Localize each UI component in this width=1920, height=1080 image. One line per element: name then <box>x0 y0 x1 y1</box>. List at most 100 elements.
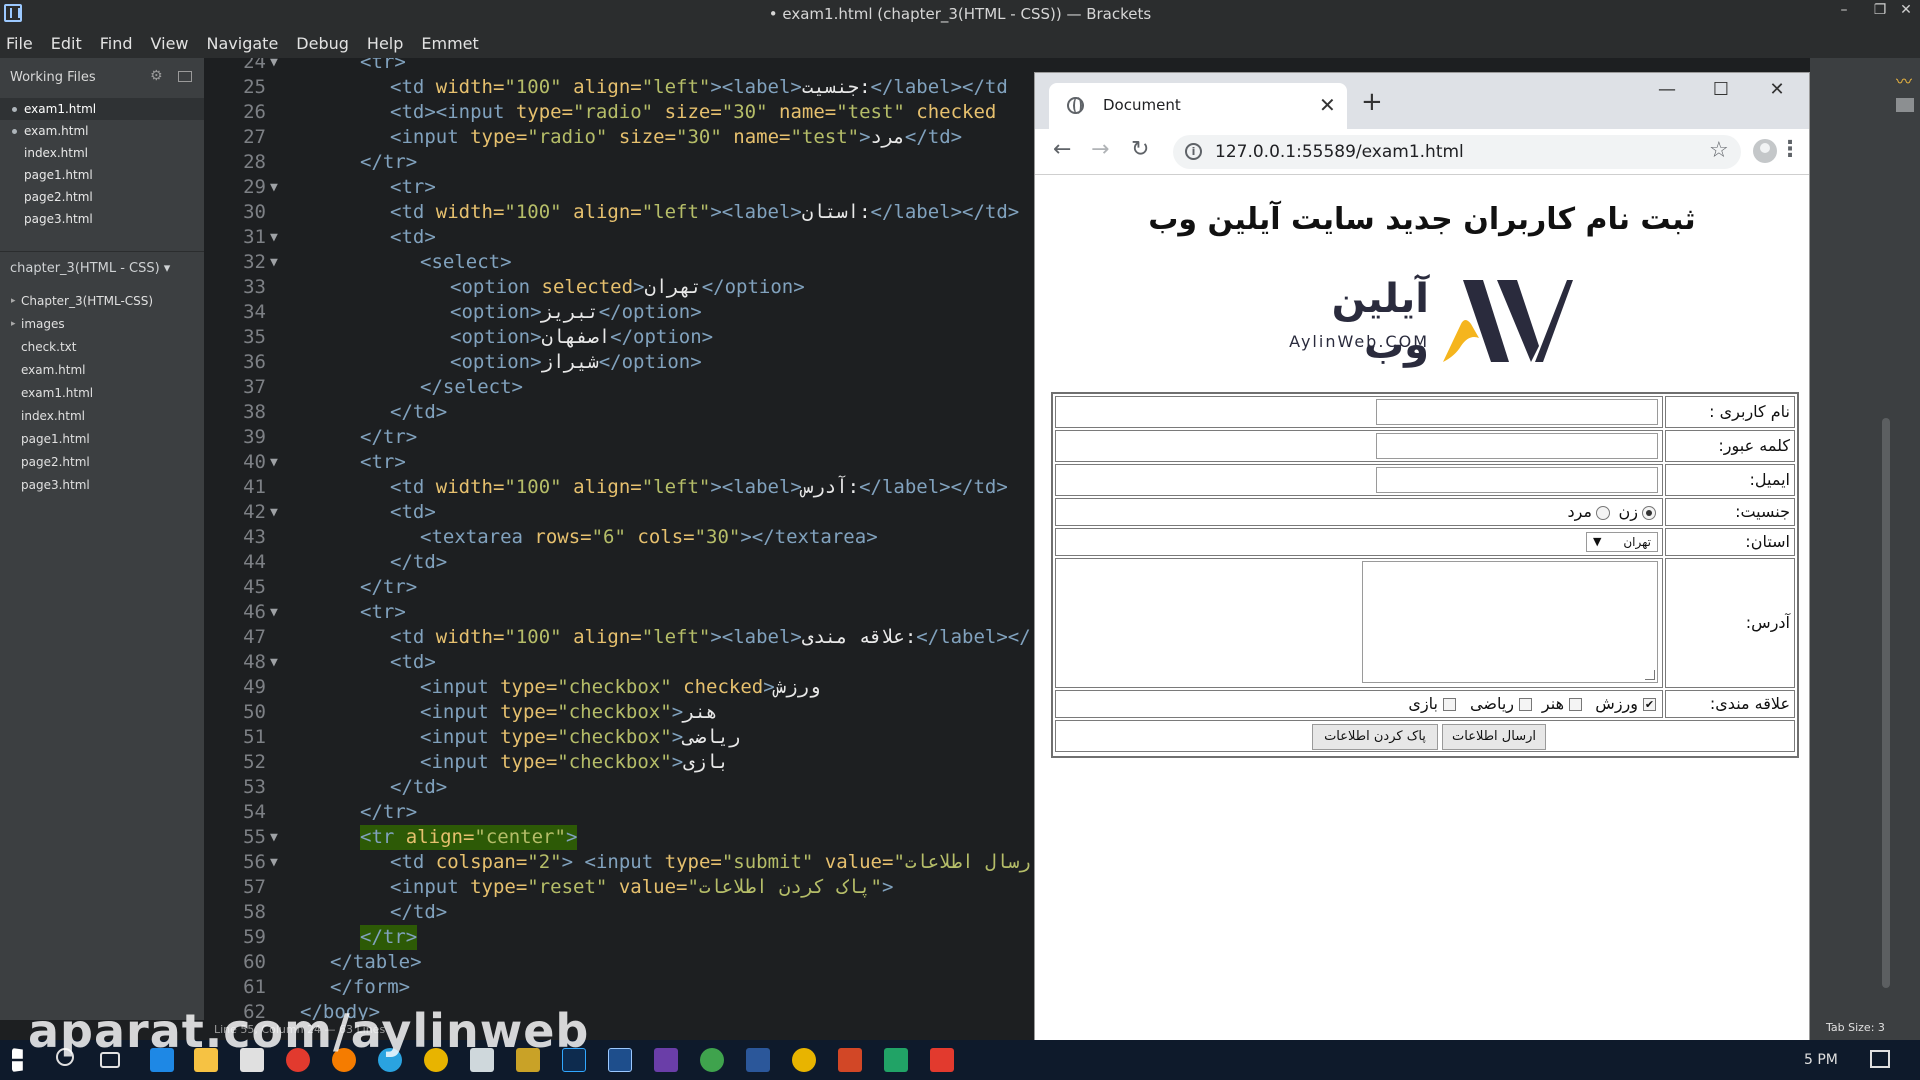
code-line[interactable]: 50 <input type="checkbox">هنر <box>204 700 1034 725</box>
fold-arrow-icon[interactable]: ▼ <box>270 600 278 625</box>
menu-help[interactable]: Help <box>367 34 403 53</box>
split-view-icon[interactable] <box>178 71 192 82</box>
vpn-icon[interactable] <box>700 1048 724 1072</box>
code-line[interactable]: 36 <option>شیراز</option> <box>204 350 1034 375</box>
code-line[interactable]: 38 </td> <box>204 400 1034 425</box>
code-line[interactable]: 26 <td><input type="radio" size="30" name… <box>204 100 1034 125</box>
tree-item-file[interactable]: page2.html <box>0 451 204 474</box>
code-line[interactable]: 47 <td width="100" align="left"><label>عل… <box>204 625 1034 650</box>
new-tab-button[interactable]: + <box>1361 87 1383 117</box>
interest-checkbox-games[interactable] <box>1443 698 1456 711</box>
code-line[interactable]: 42 ▼ <td> <box>204 500 1034 525</box>
province-select[interactable]: تهران ▼ <box>1586 532 1658 552</box>
browser-maximize-button[interactable]: ☐ <box>1701 79 1741 100</box>
code-line[interactable]: 49 <input type="checkbox" checked>ورزش <box>204 675 1034 700</box>
minimize-button[interactable]: – <box>1830 2 1858 18</box>
extension-manager-icon[interactable] <box>1896 98 1914 112</box>
menu-navigate[interactable]: Navigate <box>207 34 279 53</box>
code-line[interactable]: 27 <input type="radio" size="30" name="te… <box>204 125 1034 150</box>
tree-item-file[interactable]: exam.html <box>0 359 204 382</box>
code-line[interactable]: 60 </table> <box>204 950 1034 975</box>
tree-item-file[interactable]: page3.html <box>0 474 204 497</box>
code-line[interactable]: 25 <td width="100" align="left"><label>جن… <box>204 75 1034 100</box>
fold-arrow-icon[interactable]: ▼ <box>270 500 278 525</box>
tree-item-file[interactable]: index.html <box>0 405 204 428</box>
code-line[interactable]: 45 </tr> <box>204 575 1034 600</box>
fold-arrow-icon[interactable]: ▼ <box>270 225 278 250</box>
powerpoint-icon[interactable] <box>838 1048 862 1072</box>
menu-find[interactable]: Find <box>100 34 133 53</box>
password-input[interactable] <box>1376 433 1658 459</box>
working-file-item[interactable]: page3.html <box>0 208 204 230</box>
code-line[interactable]: 40 ▼ <tr> <box>204 450 1034 475</box>
fold-arrow-icon[interactable]: ▼ <box>270 850 278 875</box>
info-icon[interactable]: i <box>1185 143 1202 160</box>
recorder-icon[interactable] <box>930 1048 954 1072</box>
tree-item-folder[interactable]: ▸ images <box>0 313 204 336</box>
browser-tab[interactable]: Document ✕ <box>1049 83 1347 129</box>
close-button[interactable]: ✕ <box>1892 2 1920 18</box>
camtasia-icon[interactable] <box>884 1048 908 1072</box>
interest-checkbox-art[interactable] <box>1569 698 1582 711</box>
profile-avatar-icon[interactable] <box>1753 139 1777 163</box>
code-line[interactable]: 29 ▼ <tr> <box>204 175 1034 200</box>
reload-button[interactable]: ↻ <box>1131 137 1149 162</box>
notification-icon[interactable] <box>1870 1050 1890 1068</box>
fold-arrow-icon[interactable]: ▼ <box>270 825 278 850</box>
project-dropdown[interactable]: chapter_3(HTML - CSS) ▾ <box>10 261 170 276</box>
code-line[interactable]: 35 <option>اصفهان</option> <box>204 325 1034 350</box>
fold-arrow-icon[interactable]: ▼ <box>270 450 278 475</box>
tab-close-button[interactable]: ✕ <box>1319 93 1336 117</box>
code-line[interactable]: 61 </form> <box>204 975 1034 1000</box>
code-line[interactable]: 32 ▼ <select> <box>204 250 1034 275</box>
menu-edit[interactable]: Edit <box>51 34 82 53</box>
fold-arrow-icon[interactable]: ▼ <box>270 650 278 675</box>
username-input[interactable] <box>1376 399 1658 425</box>
code-line[interactable]: 39 </tr> <box>204 425 1034 450</box>
reset-button[interactable]: پاک کردن اطلاعات <box>1312 724 1438 750</box>
working-file-item[interactable]: page1.html <box>0 164 204 186</box>
code-line[interactable]: 24 ▼ <tr> <box>204 58 1034 75</box>
gear-icon[interactable]: ⚙ <box>150 68 163 84</box>
editor-scrollbar[interactable] <box>1882 418 1890 988</box>
code-line[interactable]: 31 ▼ <td> <box>204 225 1034 250</box>
code-line[interactable]: 44 </td> <box>204 550 1034 575</box>
tree-item-file[interactable]: page1.html <box>0 428 204 451</box>
code-line[interactable]: 56 ▼ <td colspan="2"> <input type="submit"… <box>204 850 1034 875</box>
menu-view[interactable]: View <box>151 34 189 53</box>
fold-arrow-icon[interactable]: ▼ <box>270 58 278 75</box>
code-line[interactable]: 33 <option selected>تهران</option> <box>204 275 1034 300</box>
menu-emmet[interactable]: Emmet <box>421 34 478 53</box>
browser-minimize-button[interactable]: — <box>1647 79 1687 100</box>
resize-grip-icon[interactable] <box>1645 670 1655 680</box>
gender-female-radio[interactable] <box>1642 506 1656 520</box>
address-bar[interactable]: i 127.0.0.1:55589/exam1.html ☆ <box>1173 135 1741 169</box>
code-line[interactable]: 37 </select> <box>204 375 1034 400</box>
code-line[interactable]: 52 <input type="checkbox">بازی <box>204 750 1034 775</box>
working-file-item[interactable]: exam.html <box>0 120 204 142</box>
taskbar-clock[interactable]: 5 PM <box>1804 1052 1838 1068</box>
browser-menu-icon[interactable]: ⋮ <box>1779 137 1801 162</box>
tree-item-file[interactable]: exam1.html <box>0 382 204 405</box>
fold-arrow-icon[interactable]: ▼ <box>270 175 278 200</box>
forward-button[interactable]: → <box>1091 137 1109 162</box>
submit-button[interactable]: ارسال اطلاعات <box>1442 724 1546 750</box>
code-line[interactable]: 59 </tr> <box>204 925 1034 950</box>
email-input[interactable] <box>1376 467 1658 493</box>
working-file-item[interactable]: page2.html <box>0 186 204 208</box>
bookmark-star-icon[interactable]: ☆ <box>1709 138 1729 163</box>
maximize-button[interactable]: ❐ <box>1866 2 1894 18</box>
address-textarea[interactable] <box>1362 561 1658 683</box>
code-line[interactable]: 54 </tr> <box>204 800 1034 825</box>
chrome-active-icon[interactable] <box>792 1048 816 1072</box>
code-line[interactable]: 51 <input type="checkbox">ریاضی <box>204 725 1034 750</box>
fold-arrow-icon[interactable]: ▼ <box>270 250 278 275</box>
code-line[interactable]: 53 </td> <box>204 775 1034 800</box>
code-line[interactable]: 58 </td> <box>204 900 1034 925</box>
interest-checkbox-math[interactable] <box>1519 698 1532 711</box>
code-line[interactable]: 41 <td width="100" align="left"><label>آد… <box>204 475 1034 500</box>
phpstorm-icon[interactable] <box>654 1048 678 1072</box>
code-line[interactable]: 30 <td width="100" align="left"><label>اس… <box>204 200 1034 225</box>
menu-debug[interactable]: Debug <box>296 34 349 53</box>
brackets-taskbar-icon[interactable] <box>608 1048 632 1072</box>
